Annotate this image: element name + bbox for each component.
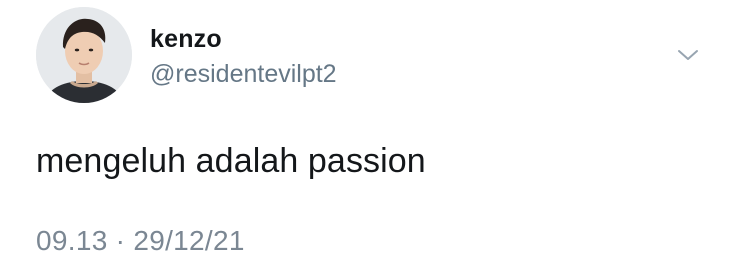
user-handle[interactable]: @residentevilpt2 (150, 59, 337, 89)
display-name[interactable]: kenzo (150, 24, 222, 54)
chevron-down-icon[interactable] (676, 44, 700, 66)
avatar-image (36, 7, 132, 103)
tweet-card: kenzo @residentevilpt2 mengeluh adalah p… (0, 0, 735, 256)
tweet-timestamp[interactable]: 09.13 · 29/12/21 (36, 224, 245, 258)
avatar[interactable] (36, 7, 132, 103)
tweet-text: mengeluh adalah passion (36, 142, 426, 180)
